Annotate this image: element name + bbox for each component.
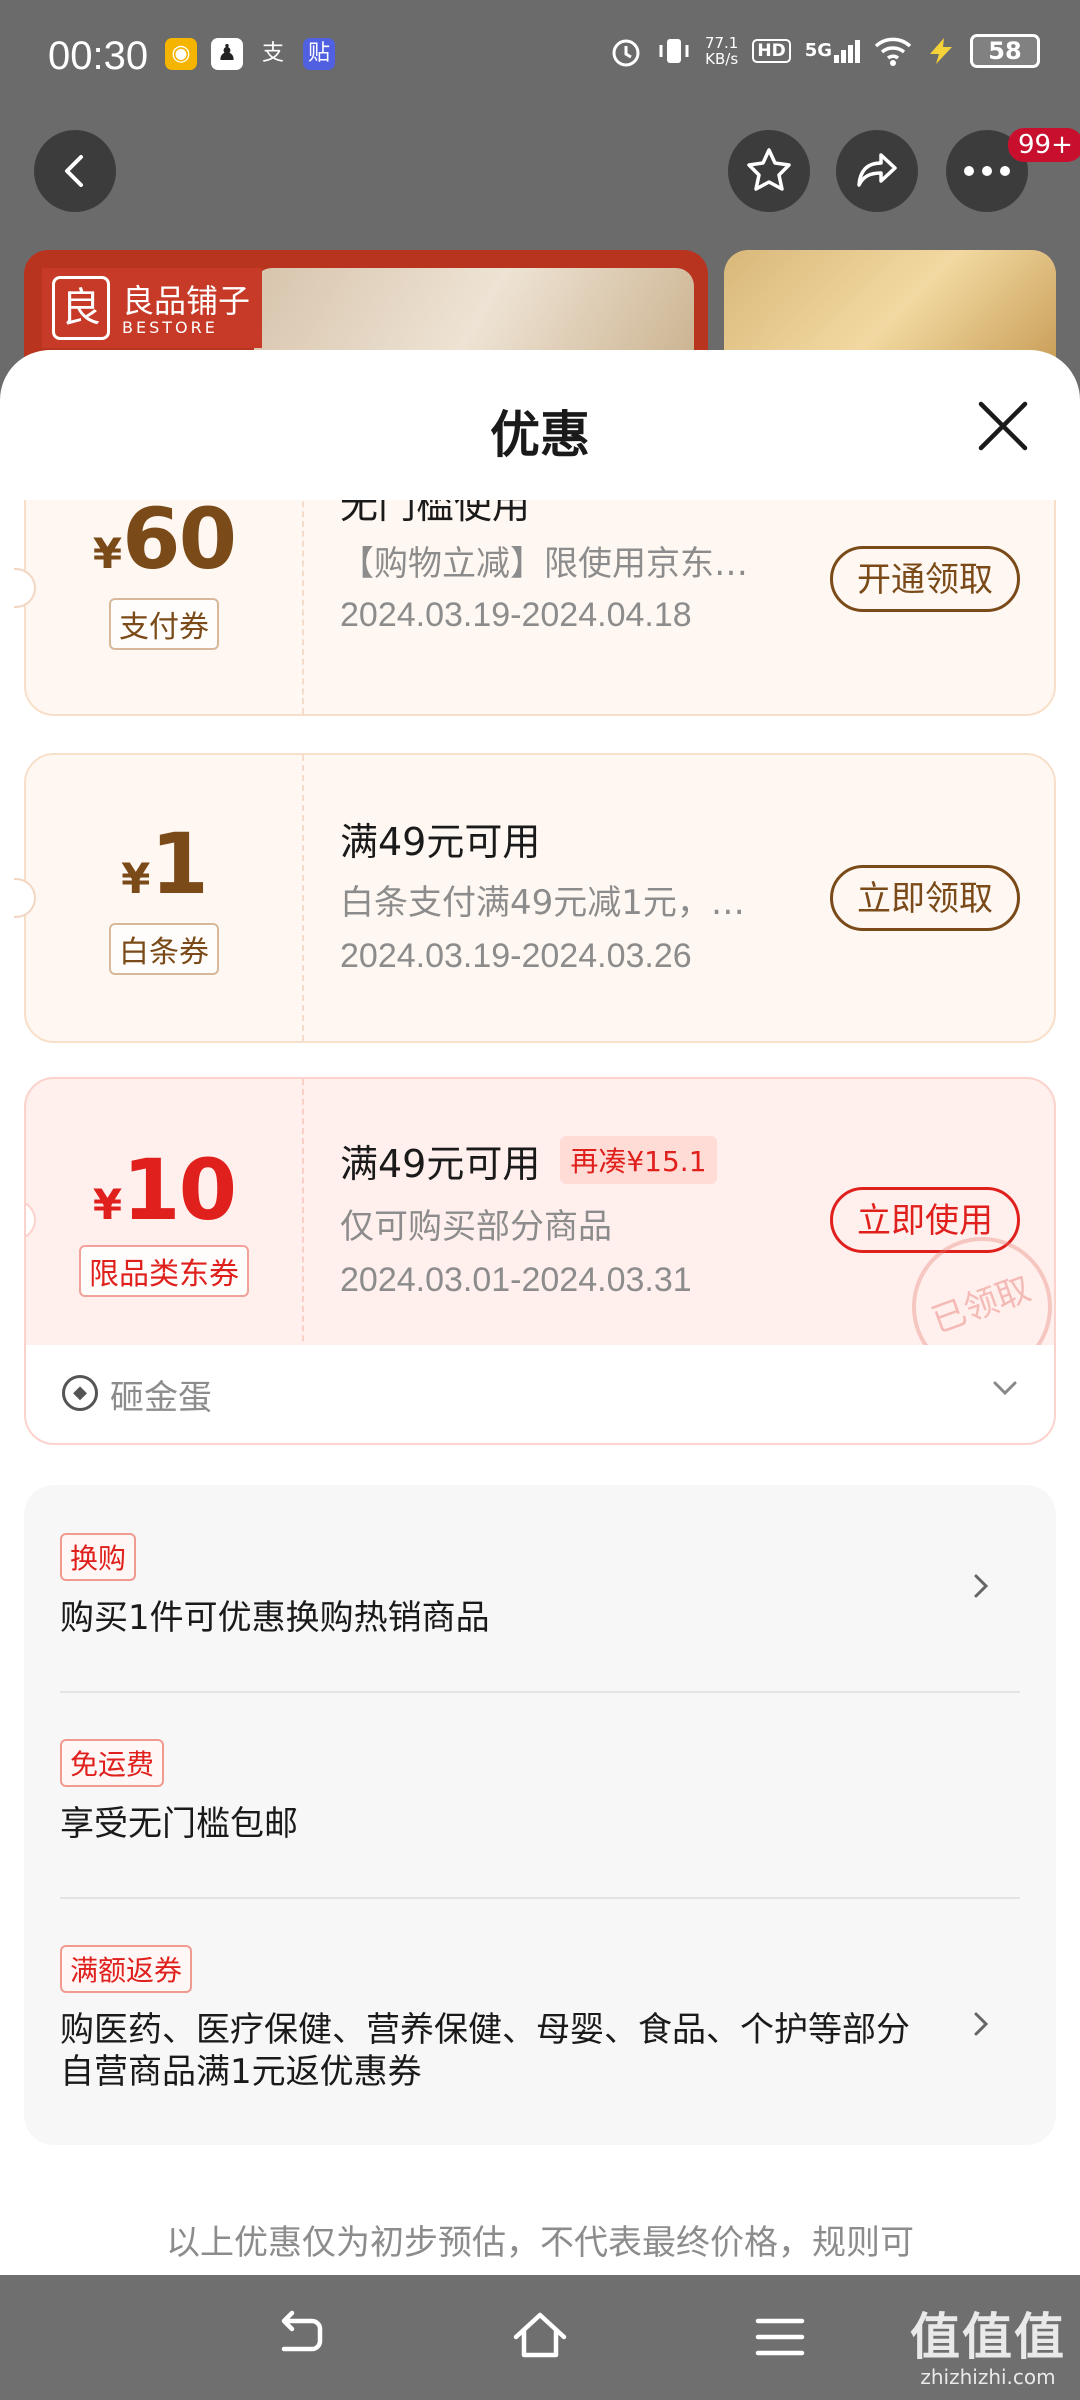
promo-text: 购买1件可优惠换购热销商品	[60, 1598, 490, 1638]
claim-now-button[interactable]: 立即领取	[830, 865, 1020, 931]
coupon-card: ¥1 白条券 满49元可用 白条支付满49元减1元，… 2024.03.19-2…	[14, 753, 1056, 1043]
coupon-divider	[302, 1079, 304, 1361]
coupon-divider	[302, 755, 304, 1041]
alipay-icon: 支	[261, 41, 284, 66]
chevron-left-icon	[65, 155, 83, 187]
coupon-date: 2024.03.19-2024.03.26	[340, 937, 692, 975]
promo-tag: 满额返券	[60, 1945, 193, 1993]
promo-item-coupon-return[interactable]: 满额返券 购医药、医疗保健、营养保健、母婴、食品、个护等部分自营商品满1元返优惠…	[60, 1945, 1020, 2093]
signal-5g-icon: 5G	[805, 39, 860, 63]
app-icon-yellow: ◉	[165, 38, 197, 70]
chevron-right-icon	[974, 1574, 989, 1598]
brand-logo-mark: 良	[52, 276, 110, 340]
hd-badge: HD	[752, 39, 791, 63]
network-speed: 77.1 KB/s	[704, 34, 739, 68]
promo-item-exchange[interactable]: 换购 购买1件可优惠换购热销商品	[60, 1533, 1020, 1639]
coupon-description: 仅可购买部分商品	[340, 1207, 612, 1247]
coupon-amount: ¥10	[92, 1141, 237, 1239]
notification-badge: 99+	[1008, 128, 1080, 162]
promo-tag: 换购	[60, 1533, 137, 1581]
activate-claim-button[interactable]: 开通领取	[830, 546, 1020, 612]
tieba-icon: 贴	[303, 38, 335, 70]
egg-icon: ◆	[62, 1375, 98, 1411]
coupon-divider	[302, 500, 304, 714]
coupon-type: 支付券	[26, 598, 302, 650]
disclaimer-text: 以上优惠仅为初步预估，不代表最终价格，规则可	[166, 2223, 914, 2263]
brand-name: 良品铺子	[122, 282, 251, 320]
coupon-date: 2024.03.01-2024.03.31	[340, 1261, 692, 1299]
chevron-right-icon	[974, 2012, 989, 2036]
promo-tag: 免运费	[60, 1739, 165, 1787]
vibrate-icon	[659, 39, 689, 63]
back-nav-icon[interactable]	[270, 2307, 330, 2367]
menu-nav-icon[interactable]	[750, 2307, 810, 2367]
golden-egg-row[interactable]: ◆ 砸金蛋	[24, 1345, 1056, 1445]
coupon-type: 白条券	[26, 923, 302, 975]
wifi-icon	[874, 37, 912, 66]
qq-icon: ♟	[211, 38, 243, 70]
battery-indicator: 58	[970, 34, 1040, 68]
home-nav-icon[interactable]	[510, 2307, 570, 2367]
status-time: 00:30	[48, 34, 149, 78]
coupon-amount: ¥1	[121, 815, 209, 913]
star-icon	[747, 148, 791, 191]
coupon-condition: 满49元可用 再凑¥15.1	[340, 1133, 717, 1188]
divider	[60, 1897, 1020, 1899]
brand-logo: 良 良品铺子 BESTORE	[42, 268, 262, 348]
chevron-down-icon	[993, 1381, 1017, 1396]
sheet-scroll-content[interactable]: ¥60 支付券 无门槛使用 【购物立减】限使用京东… 2024.03.19-20…	[0, 500, 1080, 2275]
status-notification-icons: ◉ ♟ 支 贴	[165, 38, 335, 70]
site-watermark: 值值值 zhizhizhi.com	[910, 2308, 1066, 2389]
sheet-title: 优惠	[490, 406, 590, 464]
close-icon[interactable]	[975, 398, 1031, 454]
add-more-tag: 再凑¥15.1	[560, 1136, 717, 1184]
promo-text: 享受无门槛包邮	[60, 1804, 298, 1844]
coupon-date: 2024.03.19-2024.04.18	[340, 596, 692, 634]
brand-subname: BESTORE	[122, 318, 218, 337]
coupon-condition: 满49元可用	[340, 820, 541, 864]
promotions-card: 换购 购买1件可优惠换购热销商品 免运费 享受无门槛包邮 满额返券 购医药、医疗…	[24, 1485, 1056, 2145]
more-dots-icon	[964, 166, 1010, 176]
coupon-card: ¥60 支付券 无门槛使用 【购物立减】限使用京东… 2024.03.19-20…	[14, 500, 1056, 716]
share-button[interactable]	[836, 130, 918, 212]
promo-text: 购医药、医疗保健、营养保健、母婴、食品、个护等部分自营商品满1元返优惠券	[60, 2010, 910, 2092]
favorite-button[interactable]	[728, 130, 810, 212]
coupon-card-claimed: ¥10 限品类东券 满49元可用 再凑¥15.1 仅可购买部分商品 2024.03…	[24, 1077, 1056, 1363]
alarm-icon	[612, 39, 640, 67]
status-bar: 00:30 ◉ ♟ 支 贴 77.1 KB/s HD 5G 58	[0, 0, 1080, 115]
divider	[60, 1691, 1020, 1693]
coupon-type: 限品类东券	[26, 1245, 302, 1297]
discount-sheet: 优惠 ¥60 支付券 无门槛使用 【购物立减】限使用京东… 2024.03.19…	[0, 350, 1080, 2275]
coupon-condition: 无门槛使用	[340, 500, 531, 527]
share-icon	[857, 153, 897, 187]
back-button[interactable]	[34, 130, 116, 212]
charging-icon	[930, 38, 952, 64]
coupon-description: 【购物立减】限使用京东…	[340, 544, 748, 584]
system-navigation-bar: 值值值 zhizhizhi.com	[0, 2275, 1080, 2400]
coupon-description: 白条支付满49元减1元，…	[340, 883, 745, 923]
golden-egg-label: 砸金蛋	[110, 1378, 212, 1418]
coupon-amount: ¥60	[92, 500, 237, 588]
status-right-group: 77.1 KB/s HD 5G 58	[609, 34, 1040, 68]
promo-item-free-shipping: 免运费 享受无门槛包邮	[60, 1739, 1020, 1845]
